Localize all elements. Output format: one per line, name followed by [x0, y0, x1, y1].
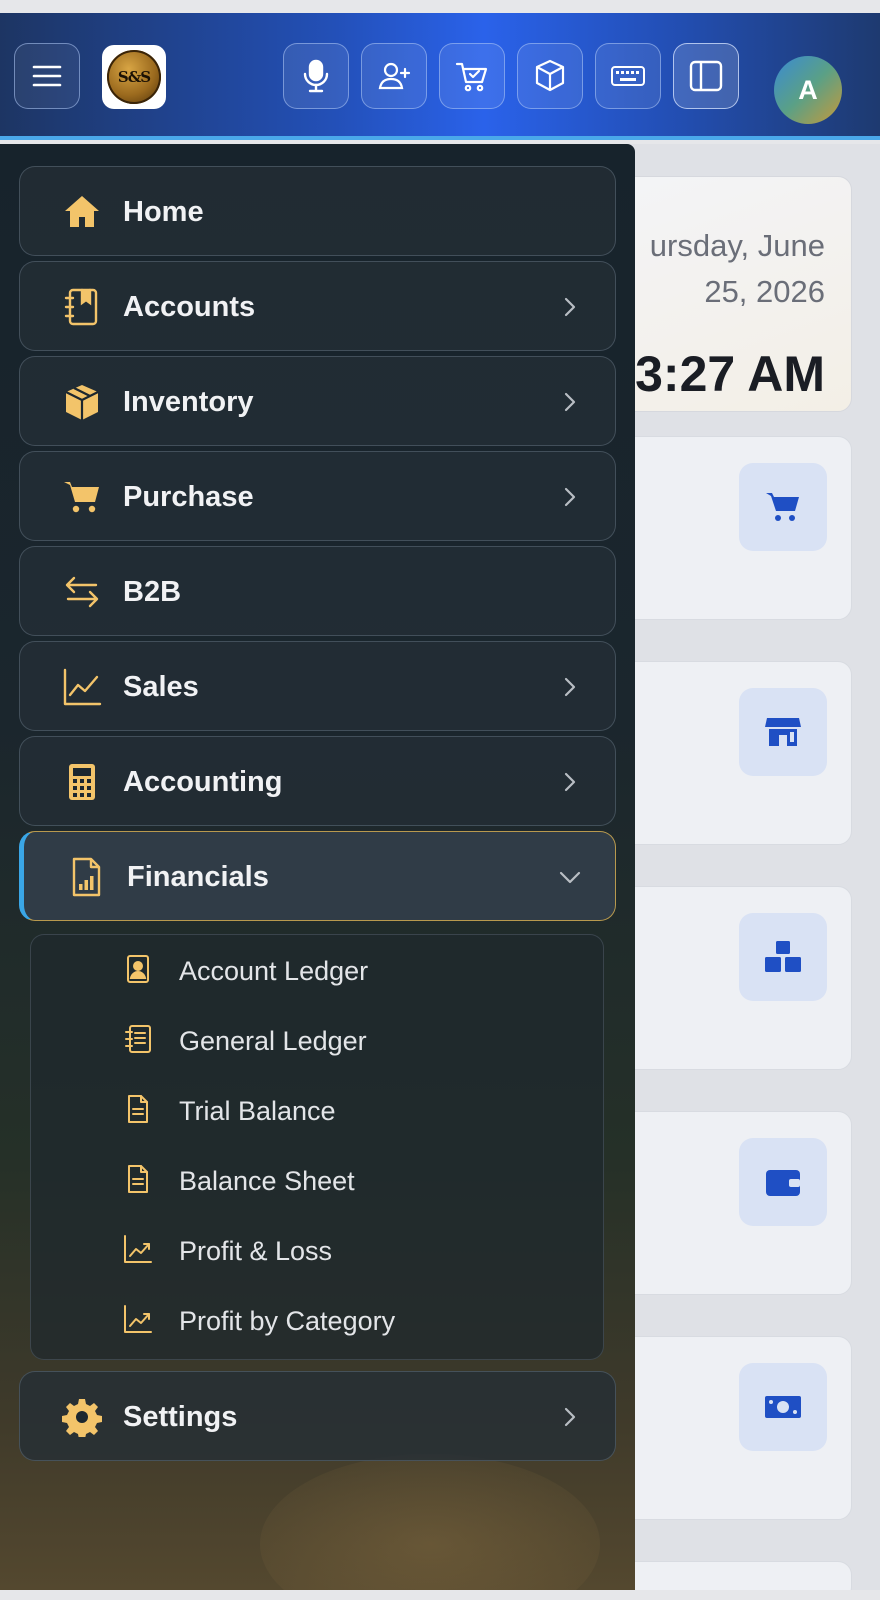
submenu-item-label: Profit & Loss [179, 1236, 333, 1266]
app-logo[interactable]: S&S [102, 45, 166, 109]
chevron-right-icon [564, 677, 576, 697]
arrows-exchange-icon [62, 572, 102, 612]
submenu-item-general-ledger[interactable]: General Ledger [31, 1009, 605, 1069]
chevron-down-icon [559, 871, 581, 884]
chevron-right-icon [564, 772, 576, 792]
hamburger-icon [32, 65, 62, 87]
cart-button[interactable] [439, 43, 505, 109]
submenu-item-label: General Ledger [179, 1026, 367, 1056]
sidebar-toggle-button[interactable] [673, 43, 739, 109]
time-text: 3:27 AM [635, 346, 825, 402]
report-chart-icon [66, 857, 106, 897]
financials-submenu: Account Ledger General Ledger Trial Bala… [30, 934, 604, 1360]
sidebar-item-b2b[interactable]: B2B [19, 546, 616, 636]
keyboard-icon [611, 66, 645, 86]
box-icon [535, 59, 565, 92]
date-time-card: ursday, June 25, 2026 3:27 AM [600, 176, 852, 412]
stat-card-store[interactable] [600, 661, 852, 845]
boxes-icon [765, 941, 801, 972]
submenu-item-label: Account Ledger [179, 956, 369, 986]
sidebar-item-sales[interactable]: Sales [19, 641, 616, 731]
top-header: S&S A [0, 13, 880, 140]
sidebar-item-accounting[interactable]: Accounting [19, 736, 616, 826]
sidebar-panel-icon [689, 60, 723, 92]
submenu-item-balance-sheet[interactable]: Balance Sheet [31, 1149, 605, 1209]
chevron-right-icon [564, 1407, 576, 1427]
sidebar-nav: Home Accounts Inventory Purchase B2B Sal… [0, 144, 635, 1590]
sidebar-item-purchase[interactable]: Purchase [19, 451, 616, 541]
submenu-item-account-ledger[interactable]: Account Ledger [31, 939, 605, 999]
stat-card-wallet[interactable] [600, 1111, 852, 1295]
user-plus-icon [378, 62, 411, 90]
cart-icon [766, 493, 799, 521]
store-icon [765, 718, 801, 746]
document-icon [123, 1094, 153, 1124]
cart-icon [62, 477, 102, 517]
submenu-item-profit-by-category[interactable]: Profit by Category [31, 1289, 605, 1349]
add-user-button[interactable] [361, 43, 427, 109]
gear-icon [62, 1397, 102, 1437]
stat-card-money[interactable] [600, 1336, 852, 1520]
sidebar-item-label: Accounting [123, 766, 283, 798]
document-icon [123, 1164, 153, 1194]
sidebar-item-label: Accounts [123, 291, 256, 323]
bottom-strip [0, 1590, 880, 1600]
sidebar-item-home[interactable]: Home [19, 166, 616, 256]
cart-check-icon [455, 62, 488, 92]
money-icon [765, 1396, 801, 1418]
sidebar-item-accounts[interactable]: Accounts [19, 261, 616, 351]
person-card-icon [123, 954, 153, 984]
box-icon [62, 382, 102, 422]
submenu-item-label: Trial Balance [179, 1096, 336, 1126]
chevron-right-icon [564, 487, 576, 507]
trend-chart-icon [123, 1304, 153, 1334]
submenu-item-label: Balance Sheet [179, 1166, 355, 1196]
hamburger-menu-button[interactable] [14, 43, 80, 109]
chevron-right-icon [564, 297, 576, 317]
sidebar-item-label: Sales [123, 671, 199, 703]
status-strip [0, 0, 880, 13]
chevron-right-icon [564, 392, 576, 412]
date-text: ursday, June 25, 2026 [649, 228, 825, 309]
sidebar-item-label: Settings [123, 1401, 238, 1433]
logo-seal: S&S [107, 50, 161, 104]
microphone-button[interactable] [283, 43, 349, 109]
submenu-item-trial-balance[interactable]: Trial Balance [31, 1079, 605, 1139]
sidebar-item-label: B2B [123, 576, 182, 608]
microphone-icon [303, 59, 329, 93]
sidebar-item-label: Purchase [123, 481, 254, 513]
submenu-item-profit-loss[interactable]: Profit & Loss [31, 1219, 605, 1279]
sidebar-item-settings[interactable]: Settings [19, 1371, 616, 1461]
keyboard-button[interactable] [595, 43, 661, 109]
sidebar-item-label: Inventory [123, 386, 254, 418]
sidebar-item-financials[interactable]: Financials [19, 831, 616, 921]
sidebar-item-inventory[interactable]: Inventory [19, 356, 616, 446]
wallet-icon [766, 1170, 800, 1196]
ledger-list-icon [123, 1024, 153, 1054]
calculator-icon [62, 762, 102, 802]
user-avatar[interactable]: A [774, 56, 842, 124]
sidebar-item-label: Home [123, 196, 204, 228]
submenu-item-label: Profit by Category [179, 1306, 396, 1336]
sidebar-item-label: Financials [127, 861, 269, 893]
box-button[interactable] [517, 43, 583, 109]
line-chart-icon [62, 667, 102, 707]
home-icon [62, 192, 102, 232]
trend-chart-icon [123, 1234, 153, 1264]
stat-card-purchases[interactable] [600, 436, 852, 620]
address-book-icon [62, 287, 102, 327]
stat-card-inventory[interactable] [600, 886, 852, 1070]
